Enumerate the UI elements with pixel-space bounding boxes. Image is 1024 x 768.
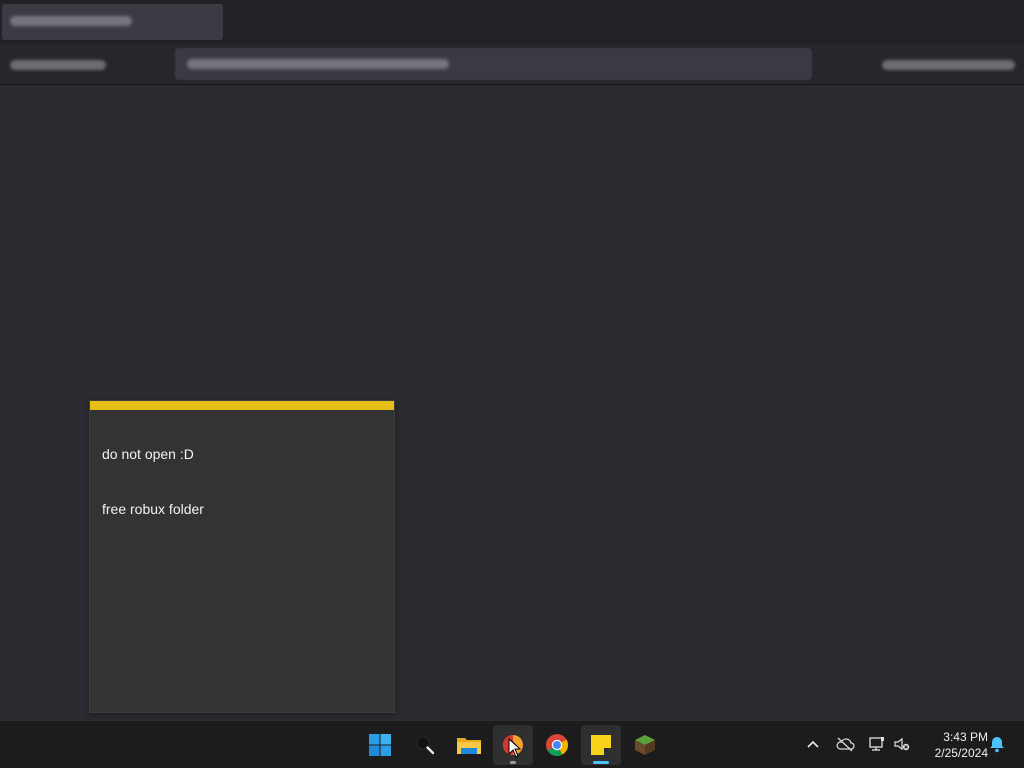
browser-title-bar: [0, 0, 1024, 44]
chrome-button[interactable]: [537, 725, 577, 765]
mouse-cursor-icon: [508, 738, 522, 758]
volume-muted-icon: [894, 737, 910, 751]
sticky-note-line-2[interactable]: free robux folder: [102, 501, 204, 517]
notification-button[interactable]: [986, 733, 1008, 755]
notification-bell-icon: [990, 737, 1004, 753]
active-indicator: [593, 761, 609, 764]
sticky-notes-button[interactable]: [581, 725, 621, 765]
minecraft-icon: [635, 735, 655, 755]
minecraft-button[interactable]: [625, 725, 665, 765]
address-bar[interactable]: [175, 48, 812, 80]
sticky-note-line-1[interactable]: do not open :D: [102, 446, 194, 462]
running-indicator: [510, 761, 516, 764]
clock-date: 2/25/2024: [934, 746, 988, 760]
search-button[interactable]: [405, 725, 445, 765]
cloud-offline-icon: [836, 737, 855, 752]
folder-icon: [457, 738, 481, 754]
tab-title-blurred: [10, 16, 132, 26]
sticky-note-header[interactable]: [90, 401, 394, 410]
chevron-up-icon: [807, 740, 819, 748]
clock[interactable]: 3:43 PM 2/25/2024: [918, 729, 988, 761]
toolbar-left-blurred: [10, 60, 106, 70]
chrome-icon: [546, 734, 568, 756]
network-icon: [869, 737, 884, 751]
windows-logo-icon: [369, 734, 391, 756]
file-explorer-button[interactable]: [449, 725, 489, 765]
onedrive-button[interactable]: [834, 733, 856, 755]
show-hidden-icons-button[interactable]: [802, 733, 824, 755]
volume-button[interactable]: [891, 733, 913, 755]
browser-tab[interactable]: [2, 4, 223, 40]
address-text-blurred: [187, 59, 449, 69]
start-button[interactable]: [360, 725, 400, 765]
sticky-notes-icon: [591, 735, 611, 755]
clock-time: 3:43 PM: [943, 730, 988, 744]
browser-toolbar: [0, 44, 1024, 85]
network-button[interactable]: [866, 733, 888, 755]
toolbar-right-blurred: [882, 60, 1015, 70]
sticky-note[interactable]: do not open :D free robux folder: [89, 400, 395, 713]
search-icon: [416, 736, 435, 755]
